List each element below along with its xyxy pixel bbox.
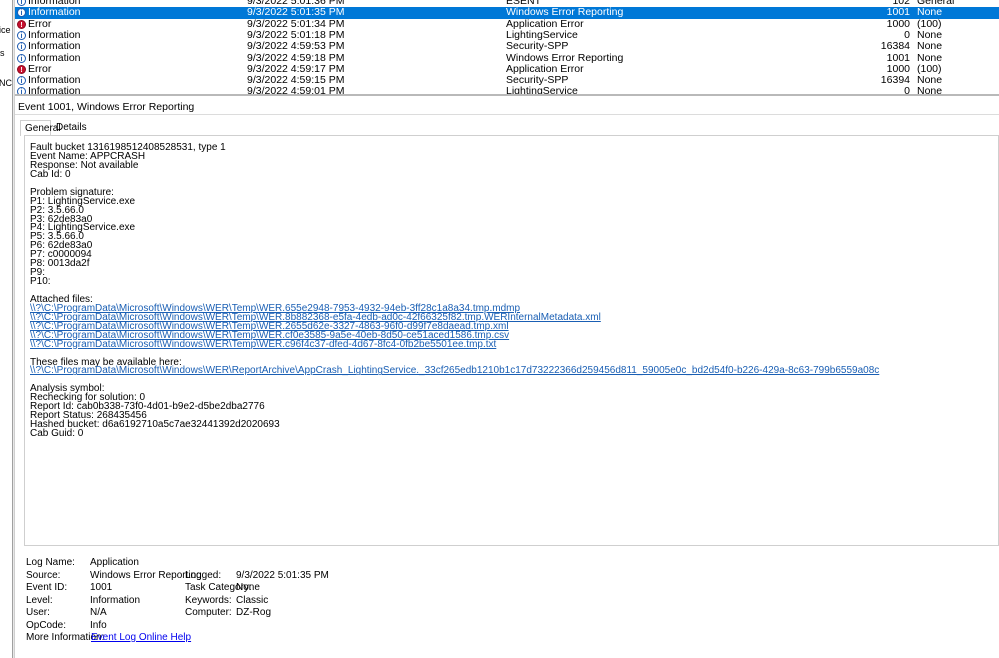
description-line: Hashed bucket: d6a6192710a5c7ae32441392d… (30, 419, 280, 431)
event-category: (100) (917, 17, 942, 30)
left-pane-fragment: s (0, 48, 5, 58)
event-id: 1000 (886, 17, 910, 30)
tab-details[interactable]: Details (52, 120, 87, 136)
description-line: P4: LightingService.exe (30, 222, 136, 234)
description-line: P5: 3.5.66.0 (30, 231, 84, 243)
log-name-value: Application (90, 557, 139, 568)
information-icon: i (17, 30, 26, 40)
user-label: User: (26, 607, 50, 618)
description-line: Response: Not available (30, 159, 139, 171)
event-date: 9/3/2022 4:59:53 PM (247, 40, 345, 53)
log-name-label: Log Name: (26, 557, 75, 568)
event-log-online-help-link[interactable]: Event Log Online Help (91, 632, 191, 643)
event-description-box[interactable]: Fault bucket 1316198512408528531, type 1… (24, 135, 999, 546)
error-icon: ! (17, 19, 26, 29)
event-category: None (917, 85, 943, 96)
event-category: None (917, 40, 943, 53)
keywords-label: Keywords: (185, 595, 232, 606)
information-icon: i (17, 42, 26, 52)
description-line: P9: (30, 267, 46, 279)
description-line: Cab Guid: 0 (30, 428, 84, 439)
event-id: 16384 (880, 40, 910, 53)
level-value: Information (90, 595, 141, 606)
description-line: Problem signature: (30, 186, 114, 198)
description-line: P2: 3.5.66.0 (30, 204, 84, 216)
event-date: 9/3/2022 5:01:34 PM (247, 17, 345, 30)
event-level: Information (28, 40, 81, 53)
information-icon: i (17, 0, 26, 6)
event-category: None (917, 6, 943, 19)
event-description-text: Fault bucket 1316198512408528531, type 1… (30, 142, 879, 439)
description-line: P6: 62de83a0 (30, 240, 93, 252)
description-line: Report Id: cab0b338-73f0-4d01-b9e2-d5be2… (30, 401, 265, 413)
event-level: Error (28, 17, 52, 30)
level-label: Level: (26, 595, 53, 606)
opcode-label: OpCode: (26, 620, 67, 631)
event-level: Information (28, 51, 81, 64)
event-row[interactable]: i Information 9/3/2022 4:59:01 PM LightingS… (15, 85, 999, 96)
left-pane: ice s NC (0, 0, 13, 658)
computer-label: Computer: (185, 607, 232, 618)
logged-value: 9/3/2022 5:01:35 PM (236, 570, 329, 581)
event-category: None (917, 51, 943, 64)
event-date: 9/3/2022 5:01:35 PM (247, 6, 345, 19)
event-date: 9/3/2022 4:59:18 PM (247, 51, 345, 64)
event-source: Windows Error Reporting (506, 51, 624, 64)
tab-general[interactable]: General (20, 120, 61, 136)
event-id: 0 (904, 85, 910, 96)
user-value: N/A (90, 607, 107, 618)
event-id-label: Event ID: (26, 582, 68, 593)
event-list[interactable]: i Information 9/3/2022 5:01:36 PM ESENT 102 G… (15, 0, 999, 96)
description-line (30, 180, 879, 189)
description-line (30, 287, 879, 296)
computer-value: DZ-Rog (236, 607, 272, 618)
description-line: Cab Id: 0 (30, 168, 71, 180)
information-icon: i (17, 53, 26, 63)
description-line (30, 376, 879, 385)
event-id-value: 1001 (90, 582, 113, 593)
event-row[interactable]: i Information 9/3/2022 5:01:35 PM Windows E… (15, 6, 999, 19)
event-source: Security-SPP (506, 40, 569, 53)
description-line: Fault bucket 1316198512408528531, type 1 (30, 142, 226, 153)
event-source: LightingService (506, 85, 578, 96)
description-line: Analysis symbol: (30, 383, 105, 395)
event-id: 1001 (886, 6, 910, 19)
event-source: Application Error (506, 17, 584, 30)
event-date: 9/3/2022 4:59:01 PM (247, 85, 345, 96)
description-line: P7: c0000094 (30, 249, 92, 261)
event-level: Information (28, 85, 81, 96)
keywords-value: Classic (236, 595, 269, 606)
information-icon: i (17, 8, 26, 18)
left-pane-fragment: NC (0, 78, 12, 88)
description-line: P8: 0013da2f (30, 258, 90, 270)
event-detail-title: Event 1001, Windows Error Reporting (15, 99, 999, 115)
event-source: Windows Error Reporting (506, 6, 624, 19)
attached-file-link[interactable]: \\?\C:\ProgramData\Microsoft\Windows\WER… (30, 339, 879, 350)
source-label: Source: (26, 570, 61, 581)
logged-label: Logged: (185, 570, 222, 581)
event-row[interactable]: i Information 9/3/2022 4:59:53 PM Security-… (15, 41, 999, 52)
event-level: Information (28, 6, 81, 19)
task-category-value: None (236, 582, 260, 593)
error-icon: ! (17, 64, 26, 74)
opcode-value: Info (90, 620, 107, 631)
description-line: P3: 62de83a0 (30, 213, 93, 225)
description-line: Event Name: APPCRASH (30, 150, 146, 162)
description-line: P10: (30, 276, 51, 288)
information-icon: i (17, 87, 26, 94)
left-pane-fragment: ice (0, 25, 11, 35)
attached-file-link[interactable]: \\?\C:\ProgramData\Microsoft\Windows\WER… (30, 366, 879, 376)
description-line: P1: LightingService.exe (30, 195, 136, 207)
information-icon: i (17, 76, 26, 86)
event-id: 1001 (886, 51, 910, 64)
